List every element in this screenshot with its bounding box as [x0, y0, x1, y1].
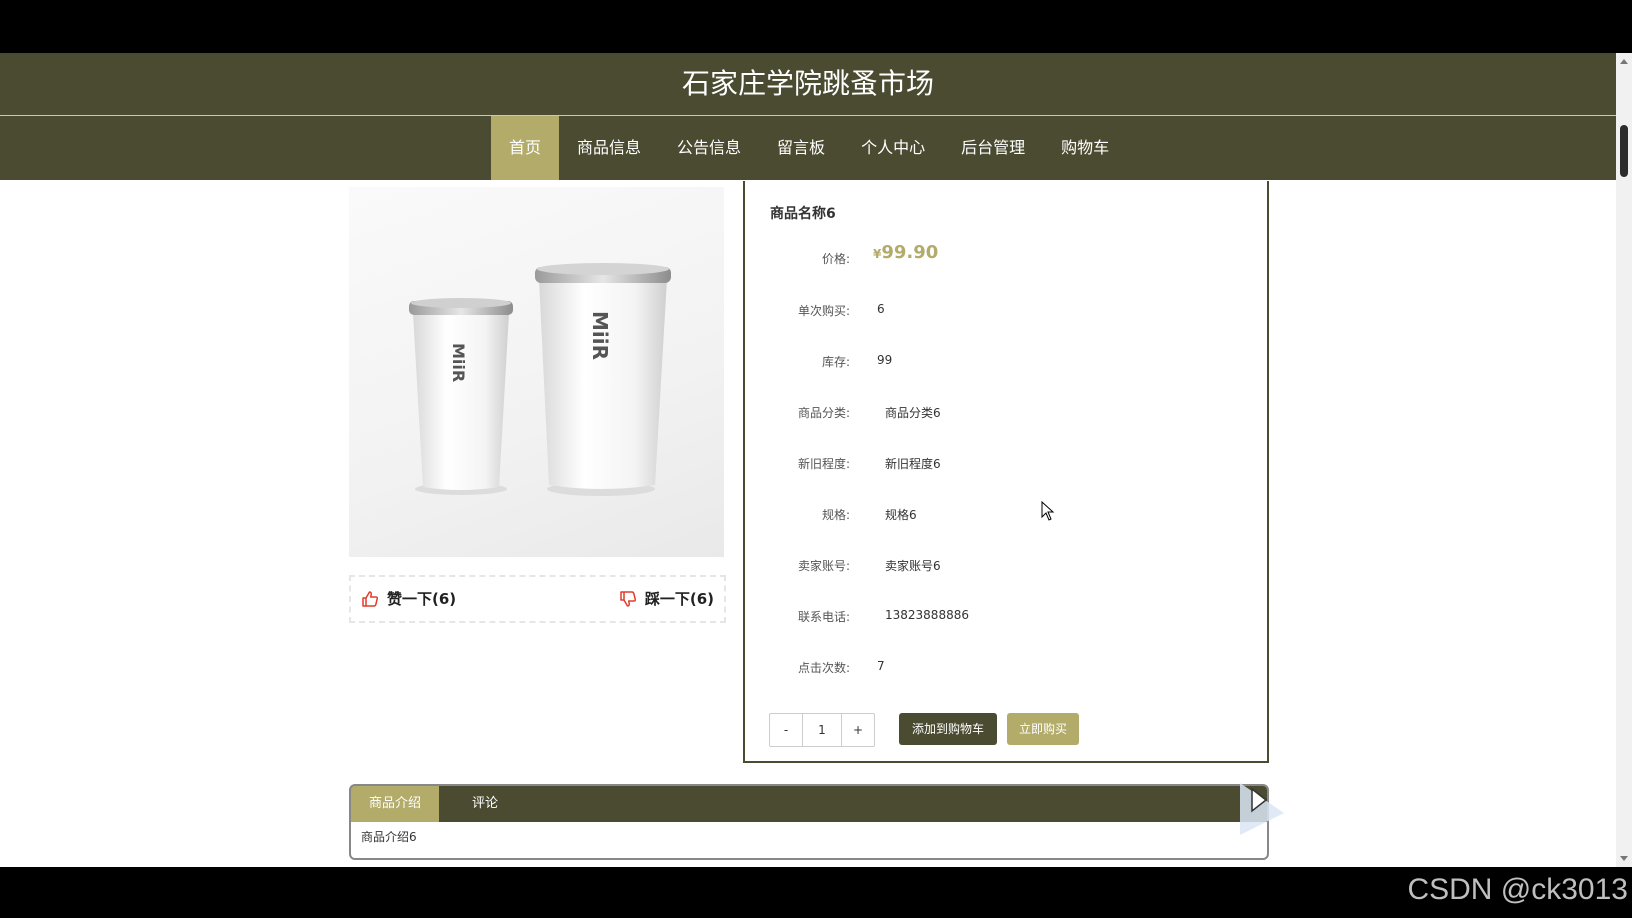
category-label: 商品分类:	[797, 406, 850, 420]
single-purchase-row: 单次购买: 6	[745, 300, 1265, 320]
nav-item-message-board[interactable]: 留言板	[759, 116, 843, 180]
play-icon[interactable]	[1236, 779, 1292, 839]
vote-bar: 赞一下(6) 踩一下(6)	[349, 575, 726, 623]
browser-viewport: 石家庄学院跳蚤市场 首页 商品信息 公告信息 留言板 个人中心 后台管理 购物车	[0, 53, 1616, 867]
price-amount: 99.90	[881, 242, 939, 263]
stock-label: 库存:	[821, 355, 850, 369]
mouse-cursor-icon	[1041, 501, 1055, 521]
quantity-stepper: - 1 +	[769, 713, 875, 747]
spec-label: 规格:	[821, 508, 850, 522]
nav-item-cart[interactable]: 购物车	[1043, 116, 1127, 180]
seller-label: 卖家账号:	[797, 559, 850, 573]
main-nav: 首页 商品信息 公告信息 留言板 个人中心 后台管理 购物车	[0, 116, 1616, 180]
quantity-increase-button[interactable]: +	[842, 714, 874, 746]
nav-item-admin[interactable]: 后台管理	[943, 116, 1043, 180]
csdn-watermark: CSDN @ck3013	[1407, 873, 1628, 906]
tab-product-intro[interactable]: 商品介绍	[351, 786, 439, 822]
category-row: 商品分类: 商品分类6	[745, 402, 1265, 422]
condition-row: 新旧程度: 新旧程度6	[745, 453, 1265, 473]
buy-now-button[interactable]: 立即购买	[1007, 713, 1079, 745]
scroll-down-arrow-icon[interactable]	[1620, 856, 1628, 861]
clicks-row: 点击次数: 7	[745, 657, 1265, 677]
dislike-button[interactable]: 踩一下(6)	[619, 577, 714, 621]
seller-value: 卖家账号6	[885, 559, 941, 573]
price-label: 价格:	[821, 252, 850, 266]
category-value: 商品分类6	[885, 406, 941, 420]
clicks-label: 点击次数:	[797, 661, 850, 675]
page-scrollbar[interactable]	[1616, 53, 1632, 867]
scrollbar-thumb[interactable]	[1620, 125, 1628, 177]
phone-value: 13823888886	[885, 608, 969, 622]
thumbs-up-icon	[362, 591, 379, 607]
cup-brand-large: MiiR	[588, 311, 612, 360]
product-photo: MiiR MiiR	[409, 263, 671, 496]
stock-row: 库存: 99	[745, 351, 1265, 371]
condition-label: 新旧程度:	[797, 457, 850, 471]
product-tabs: 商品介绍 评论 商品介绍6	[349, 784, 1269, 860]
price-value: ¥99.90	[873, 242, 938, 263]
dislike-count: 踩一下(6)	[644, 590, 714, 608]
spec-row: 规格: 规格6	[745, 504, 1265, 524]
clicks-value: 7	[877, 659, 885, 673]
nav-item-home[interactable]: 首页	[491, 116, 560, 180]
spec-value: 规格6	[885, 508, 917, 522]
like-count: 赞一下(6)	[387, 590, 457, 608]
phone-label: 联系电话:	[797, 610, 850, 624]
condition-value: 新旧程度6	[885, 457, 941, 471]
tab-content: 商品介绍6	[361, 830, 417, 844]
nav-item-announcements[interactable]: 公告信息	[659, 116, 759, 180]
nav-item-personal-center[interactable]: 个人中心	[843, 116, 943, 180]
nav-item-products[interactable]: 商品信息	[559, 116, 659, 180]
product-name: 商品名称6	[770, 206, 836, 222]
tab-comments[interactable]: 评论	[439, 786, 531, 822]
cup-brand-small: MiiR	[449, 343, 468, 382]
quantity-decrease-button[interactable]: -	[770, 714, 802, 746]
price-row: 价格: ¥99.90	[745, 242, 1265, 268]
phone-row: 联系电话: 13823888886	[745, 606, 1265, 626]
like-button[interactable]: 赞一下(6)	[361, 577, 456, 621]
single-purchase-label: 单次购买:	[797, 304, 850, 318]
site-header: 石家庄学院跳蚤市场	[0, 53, 1616, 116]
add-to-cart-button[interactable]: 添加到购物车	[899, 713, 997, 745]
stock-value: 99	[877, 353, 893, 367]
tab-bar: 商品介绍 评论	[351, 786, 1267, 822]
single-purchase-value: 6	[877, 302, 885, 316]
thumbs-down-icon	[620, 591, 636, 607]
product-image: MiiR MiiR	[349, 187, 724, 557]
quantity-input[interactable]: 1	[802, 714, 842, 746]
scroll-up-arrow-icon[interactable]	[1620, 59, 1628, 64]
site-title: 石家庄学院跳蚤市场	[681, 67, 934, 100]
seller-row: 卖家账号: 卖家账号6	[745, 555, 1265, 575]
product-info-panel: 商品名称6 价格: ¥99.90 单次购买: 6 库存: 99 商品分类: 商品…	[743, 181, 1269, 763]
